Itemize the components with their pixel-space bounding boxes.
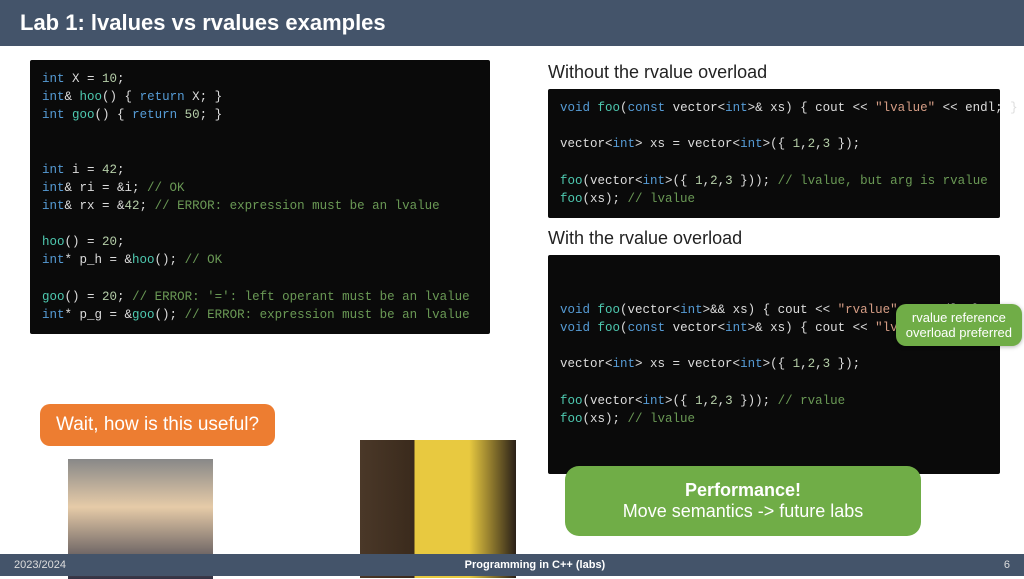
callout-line: overload preferred <box>906 325 1012 340</box>
callout-line: rvalue reference <box>906 310 1012 325</box>
code-block-without-overload: void foo(const vector<int>& xs) { cout <… <box>548 89 1000 218</box>
callout-title: Performance! <box>583 480 903 501</box>
footer-page: 6 <box>1004 559 1010 571</box>
callout-rvalue-preferred: rvalue reference overload preferred <box>896 304 1022 346</box>
slide-body: int X = 10; int& hoo() { return X; } int… <box>0 46 1024 539</box>
callout-question: Wait, how is this useful? <box>40 404 275 446</box>
right-column: Without the rvalue overload void foo(con… <box>548 60 1000 484</box>
footer-course: Programming in C++ (labs) <box>465 559 606 571</box>
footer-year: 2023/2024 <box>14 559 66 571</box>
slide-title: Lab 1: lvalues vs rvalues examples <box>0 0 1024 46</box>
code-block-with-overload: void foo(vector<int>&& xs) { cout << "rv… <box>548 255 1000 474</box>
footer: 2023/2024 Programming in C++ (labs) 6 <box>0 554 1024 576</box>
section-heading-with: With the rvalue overload <box>548 228 1000 249</box>
code-block-lvalues: int X = 10; int& hoo() { return X; } int… <box>30 60 490 334</box>
callout-performance: Performance! Move semantics -> future la… <box>565 466 921 536</box>
section-heading-without: Without the rvalue overload <box>548 62 1000 83</box>
callout-sub: Move semantics -> future labs <box>583 501 903 522</box>
left-column: int X = 10; int& hoo() { return X; } int… <box>30 60 490 344</box>
